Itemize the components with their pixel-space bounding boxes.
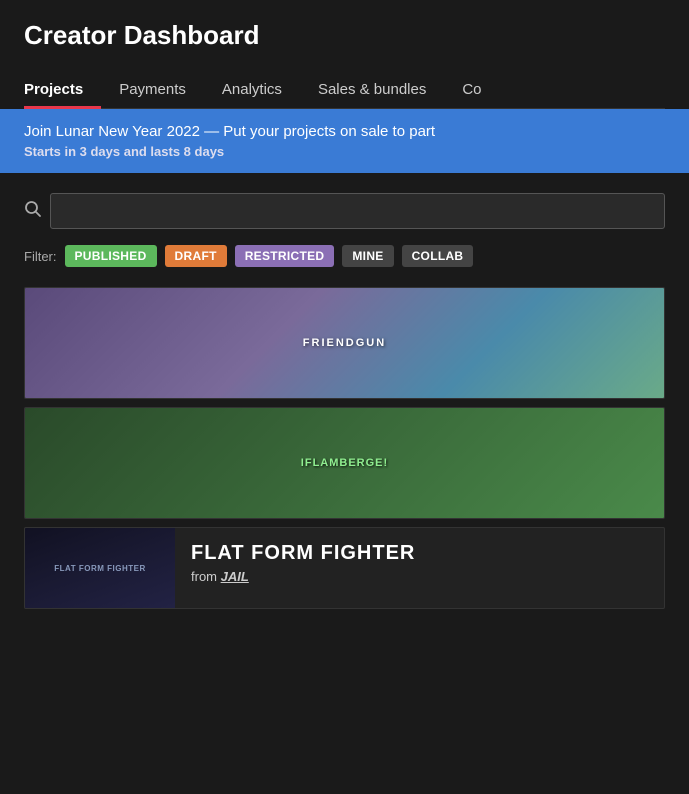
page-title: Creator Dashboard bbox=[24, 20, 665, 71]
filter-row: Filter: PUBLISHED DRAFT RESTRICTED MINE … bbox=[24, 245, 665, 267]
from-jail-link[interactable]: JAIL bbox=[221, 569, 249, 584]
banner-title-bold: Join Lunar New Year 2022 bbox=[24, 123, 200, 140]
filter-published[interactable]: PUBLISHED bbox=[65, 245, 157, 267]
list-item: FLAT FORM FIGHTER FLAT FORM FIGHTER from… bbox=[24, 527, 665, 609]
search-bar bbox=[24, 193, 665, 229]
tab-more[interactable]: Co bbox=[444, 71, 499, 108]
banner-subtitle: Starts in 3 days and lasts 8 days bbox=[24, 144, 665, 159]
project-thumbnail-friendgun: FRIENDGUN bbox=[25, 288, 664, 398]
tab-payments[interactable]: Payments bbox=[101, 71, 204, 108]
nav-tabs: Projects Payments Analytics Sales & bund… bbox=[24, 71, 665, 109]
tab-projects[interactable]: Projects bbox=[24, 71, 101, 108]
filter-draft[interactable]: DRAFT bbox=[165, 245, 227, 267]
from-prefix: from bbox=[191, 569, 221, 584]
filter-collab[interactable]: COLLAB bbox=[402, 245, 474, 267]
search-input[interactable] bbox=[50, 193, 665, 229]
project-info: FLAT FORM FIGHTER from JAIL bbox=[175, 528, 664, 594]
thumb-label: FRIENDGUN bbox=[303, 337, 386, 349]
banner-title: Join Lunar New Year 2022 — Put your proj… bbox=[24, 123, 665, 140]
tab-sales-bundles[interactable]: Sales & bundles bbox=[300, 71, 444, 108]
promo-banner: Join Lunar New Year 2022 — Put your proj… bbox=[0, 109, 689, 173]
project-name: FLAT FORM FIGHTER bbox=[191, 542, 648, 565]
project-list: FRIENDGUN F R I E N D G U N Edit Analyti… bbox=[24, 287, 665, 609]
filter-label: Filter: bbox=[24, 249, 57, 264]
project-info: F R I E N D G U N Edit Analytics Widget … bbox=[664, 288, 665, 379]
search-icon bbox=[24, 200, 42, 223]
header: Creator Dashboard Projects Payments Anal… bbox=[0, 0, 689, 109]
project-info: FLAMBERGE Edit Analytics Widget more ⌄ P… bbox=[664, 408, 665, 499]
list-item: iFLAMBERGE! FLAMBERGE Edit Analytics Wid… bbox=[24, 407, 665, 519]
banner-title-rest: — Put your projects on sale to part bbox=[200, 123, 435, 140]
thumb-label: FLAT FORM FIGHTER bbox=[50, 560, 149, 577]
project-thumbnail-flamberge: iFLAMBERGE! bbox=[25, 408, 664, 518]
tab-analytics[interactable]: Analytics bbox=[204, 71, 300, 108]
thumb-label: iFLAMBERGE! bbox=[301, 457, 388, 469]
project-thumbnail-flatform: FLAT FORM FIGHTER bbox=[25, 528, 175, 608]
project-from: from JAIL bbox=[191, 569, 648, 584]
list-item: FRIENDGUN F R I E N D G U N Edit Analyti… bbox=[24, 287, 665, 399]
filter-mine[interactable]: MINE bbox=[342, 245, 393, 267]
filter-restricted[interactable]: RESTRICTED bbox=[235, 245, 335, 267]
main-content: Filter: PUBLISHED DRAFT RESTRICTED MINE … bbox=[0, 173, 689, 629]
